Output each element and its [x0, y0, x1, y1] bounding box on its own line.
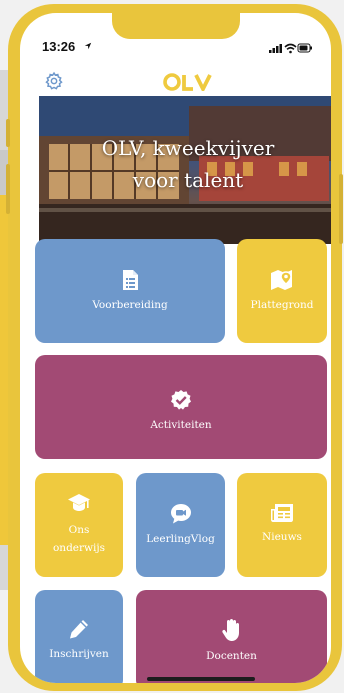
phone-frame: 13:26 OLV, kweekvijver voor talent Voorb…	[6, 4, 343, 691]
pencil-icon	[70, 620, 88, 639]
status-icons	[269, 43, 312, 54]
power-button	[339, 174, 343, 244]
tile-ons-onderwijs-label: Ons onderwijs	[35, 521, 123, 557]
tile-leerlingvlog[interactable]: LeerlingVlog	[136, 473, 225, 577]
phone-screen: 13:26 OLV, kweekvijver voor talent Voorb…	[20, 13, 331, 683]
phone-notch	[112, 13, 240, 39]
tile-ons-onderwijs[interactable]: Ons onderwijs	[35, 473, 123, 577]
tile-plattegrond-label: Plattegrond	[250, 299, 314, 311]
battery-icon	[297, 43, 312, 53]
tile-docenten-label: Docenten	[206, 650, 257, 662]
video-chat-icon	[170, 504, 191, 524]
tile-nieuws[interactable]: Nieuws	[237, 473, 327, 577]
raised-hand-icon	[221, 619, 239, 641]
badge-check-icon	[171, 390, 191, 410]
tile-nieuws-label: Nieuws	[262, 531, 302, 543]
home-indicator[interactable]	[147, 677, 255, 681]
signal-icon	[269, 44, 282, 53]
document-list-icon	[123, 270, 138, 290]
hero-title-line2: voor talent	[132, 168, 244, 192]
gear-icon[interactable]	[44, 71, 64, 91]
hero-title-line1: OLV, kweekvijver	[101, 136, 275, 160]
tile-leerlingvlog-label: LeerlingVlog	[146, 533, 215, 545]
map-pin-icon	[271, 270, 292, 290]
volume-button	[6, 164, 10, 214]
hero-title: OLV, kweekvijver voor talent	[39, 132, 331, 196]
newspaper-icon	[271, 504, 293, 522]
tile-inschrijven[interactable]: Inschrijven	[35, 590, 123, 683]
hero-banner: OLV, kweekvijver voor talent	[39, 96, 331, 244]
wifi-icon	[284, 43, 297, 54]
graduation-cap-icon	[68, 494, 90, 511]
tile-plattegrond[interactable]: Plattegrond	[237, 239, 327, 343]
status-time: 13:26	[42, 39, 76, 54]
tile-voorbereiding-label: Voorbereiding	[92, 299, 168, 311]
olv-logo	[163, 73, 212, 91]
tile-activiteiten-label: Activiteiten	[150, 419, 212, 431]
tile-docenten[interactable]: Docenten	[136, 590, 327, 683]
location-arrow-icon	[84, 42, 92, 50]
tile-activiteiten[interactable]: Activiteiten	[35, 355, 327, 459]
tile-ons-onderwijs-label-line2: onderwijs	[52, 542, 106, 554]
mute-switch	[6, 119, 10, 147]
tile-ons-onderwijs-label-line1: Ons	[68, 524, 90, 536]
tile-voorbereiding[interactable]: Voorbereiding	[35, 239, 225, 343]
tile-inschrijven-label: Inschrijven	[49, 648, 109, 660]
